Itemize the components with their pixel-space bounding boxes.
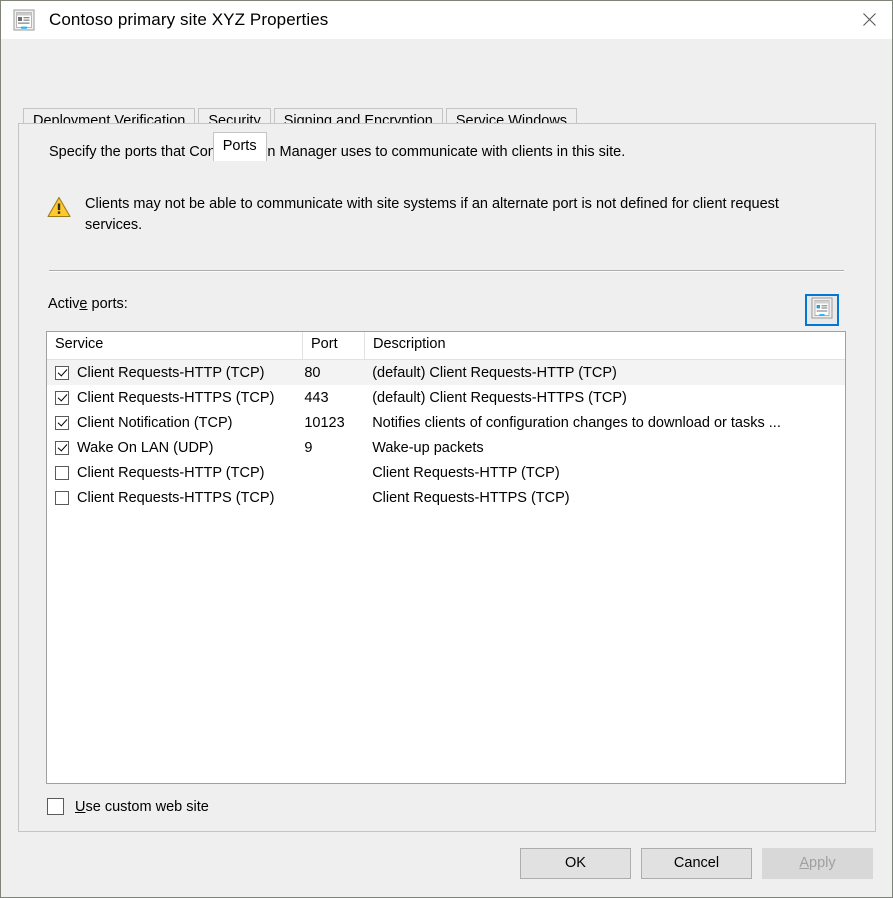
table-row[interactable]: Client Notification (TCP) 10123 Notifies c… bbox=[47, 410, 845, 435]
window-title: Contoso primary site XYZ Properties bbox=[49, 10, 329, 29]
warning-triangle-icon bbox=[47, 196, 71, 218]
properties-button[interactable] bbox=[805, 294, 839, 326]
port-properties-icon bbox=[811, 297, 833, 323]
service-label: Wake On LAN (UDP) bbox=[77, 439, 214, 456]
apply-button[interactable]: Apply bbox=[762, 848, 873, 879]
properties-dialog-window: Contoso primary site XYZ Properties Depl… bbox=[0, 0, 893, 898]
warning-text: Clients may not be able to communicate w… bbox=[85, 196, 779, 233]
cell-port: 9 bbox=[304, 439, 313, 456]
table-row[interactable]: Client Requests-HTTP (TCP) 80 (default) Cl… bbox=[47, 360, 845, 385]
cell-port: 80 bbox=[304, 364, 321, 381]
service-label: Client Requests-HTTPS (TCP) bbox=[77, 389, 275, 406]
cell-port: 443 bbox=[304, 389, 329, 406]
site-properties-icon bbox=[13, 9, 35, 31]
list-header-row: Service Port Description bbox=[47, 332, 845, 360]
row-checkbox-checked[interactable] bbox=[55, 365, 69, 380]
column-header-description[interactable]: Description bbox=[365, 332, 845, 359]
use-custom-web-site-box[interactable] bbox=[47, 798, 64, 815]
warning-message: Clients may not be able to communicate w… bbox=[47, 194, 837, 236]
cell-description: (default) Client Requests-HTTPS (TCP) bbox=[372, 389, 627, 406]
tab-strip: Deployment Verification Security Signing… bbox=[1, 39, 892, 161]
cell-port: 10123 bbox=[304, 414, 345, 431]
cell-service: Client Requests-HTTP (TCP) bbox=[47, 365, 302, 381]
dialog-footer: OK Cancel Apply bbox=[1, 842, 892, 897]
cell-service: Client Notification (TCP) bbox=[47, 415, 302, 431]
active-ports-accesskey: e bbox=[79, 296, 88, 312]
active-ports-label-pre: Activ bbox=[48, 296, 80, 312]
cell-service: Client Requests-HTTPS (TCP) bbox=[47, 390, 302, 406]
apply-accesskey: A bbox=[799, 855, 810, 871]
active-ports-label-post: ports: bbox=[87, 296, 128, 312]
use-custom-accesskey: U bbox=[75, 798, 86, 815]
service-label: Client Notification (TCP) bbox=[77, 414, 233, 431]
table-row[interactable]: Wake On LAN (UDP) 9 Wake-up packets bbox=[47, 435, 845, 460]
row-checkbox-checked[interactable] bbox=[55, 415, 69, 430]
cell-service: Client Requests-HTTPS (TCP) bbox=[47, 490, 302, 506]
service-label: Client Requests-HTTP (TCP) bbox=[77, 364, 265, 381]
title-bar: Contoso primary site XYZ Properties bbox=[1, 1, 892, 39]
cancel-button[interactable]: Cancel bbox=[641, 848, 752, 879]
use-custom-web-site-checkbox[interactable]: Use custom web site bbox=[47, 798, 209, 815]
ok-button[interactable]: OK bbox=[520, 848, 631, 879]
row-checkbox-checked[interactable] bbox=[55, 440, 69, 455]
cell-description: (default) Client Requests-HTTP (TCP) bbox=[372, 364, 617, 381]
service-label: Client Requests-HTTP (TCP) bbox=[77, 464, 265, 481]
table-row[interactable]: Client Requests-HTTP (TCP) Client Request… bbox=[47, 460, 845, 485]
use-custom-label-rest: se custom web site bbox=[85, 798, 209, 815]
column-header-service[interactable]: Service bbox=[47, 332, 303, 359]
cell-description: Client Requests-HTTP (TCP) bbox=[372, 464, 560, 481]
cell-description: Notifies clients of configuration change… bbox=[372, 414, 781, 431]
table-row[interactable]: Client Requests-HTTPS (TCP) 443 (default) … bbox=[47, 385, 845, 410]
intro-text: Specify the ports that Configuration Man… bbox=[49, 144, 626, 160]
service-label: Client Requests-HTTPS (TCP) bbox=[77, 489, 275, 506]
cell-description: Client Requests-HTTPS (TCP) bbox=[372, 489, 570, 506]
ports-tab-panel: Specify the ports that Configuration Man… bbox=[18, 123, 876, 832]
close-button[interactable] bbox=[846, 1, 892, 38]
section-divider bbox=[49, 270, 844, 272]
active-ports-list[interactable]: Service Port Description Client Requests… bbox=[46, 331, 846, 784]
row-checkbox-unchecked[interactable] bbox=[55, 465, 69, 480]
cell-description: Wake-up packets bbox=[372, 439, 484, 456]
active-ports-label: Active ports: bbox=[48, 296, 128, 312]
row-checkbox-unchecked[interactable] bbox=[55, 490, 69, 505]
row-checkbox-checked[interactable] bbox=[55, 390, 69, 405]
list-body: Client Requests-HTTP (TCP) 80 (default) Cl… bbox=[47, 360, 845, 510]
cell-service: Client Requests-HTTP (TCP) bbox=[47, 465, 302, 481]
cell-service: Wake On LAN (UDP) bbox=[47, 440, 302, 456]
use-custom-web-site-label: Use custom web site bbox=[75, 799, 209, 815]
column-header-port[interactable]: Port bbox=[303, 332, 365, 359]
apply-label-rest: pply bbox=[809, 855, 836, 871]
tab-ports[interactable]: Ports bbox=[212, 132, 267, 161]
table-row[interactable]: Client Requests-HTTPS (TCP) Client Reques… bbox=[47, 485, 845, 510]
